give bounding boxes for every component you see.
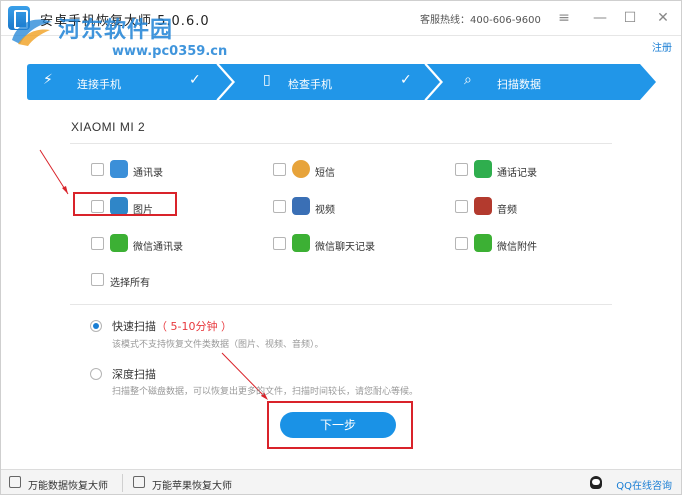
footer-apple-recovery-link[interactable]: 万能苹果恢复大师 — [152, 477, 232, 492]
quick-scan-desc: 该模式不支持恢复文件类数据（图片、视频、音频）。 — [112, 340, 324, 350]
next-button[interactable]: 下一步 — [280, 412, 396, 438]
checkbox[interactable] — [91, 273, 104, 286]
wechat-attachment-icon — [474, 234, 492, 252]
checkbox[interactable] — [273, 237, 286, 250]
checkbox[interactable] — [273, 200, 286, 213]
footer-separator — [122, 474, 123, 492]
quick-scan-radio[interactable] — [90, 320, 102, 332]
footer-data-recovery-link[interactable]: 万能数据恢复大师 — [28, 477, 108, 492]
checkbox[interactable] — [91, 237, 104, 250]
deep-scan-desc: 扫描整个磁盘数据，可以恢复出更多的文件，扫描时间较长，请您耐心等候。 — [112, 387, 419, 397]
deep-scan-radio[interactable] — [90, 368, 102, 380]
wechat-contacts-icon — [110, 234, 128, 252]
deep-scan-title[interactable]: 深度扫描 — [112, 366, 156, 382]
qq-icon — [590, 476, 602, 489]
annotation-box-pictures — [73, 192, 177, 216]
data-recovery-icon — [9, 476, 21, 488]
apple-recovery-icon — [133, 476, 145, 488]
video-icon — [292, 197, 310, 215]
call-log-icon — [474, 160, 492, 178]
wechat-chat-icon — [292, 234, 310, 252]
divider — [70, 304, 612, 305]
qq-consult-link[interactable]: QQ在线咨询 — [616, 477, 672, 492]
checkbox[interactable] — [91, 163, 104, 176]
checkbox[interactable] — [455, 237, 468, 250]
sms-icon — [292, 160, 310, 178]
audio-icon — [474, 197, 492, 215]
contacts-icon — [110, 160, 128, 178]
checkbox[interactable] — [273, 163, 286, 176]
quick-scan-title[interactable]: 快速扫描（ 5-10分钟 ） — [112, 318, 232, 334]
checkbox[interactable] — [455, 200, 468, 213]
checkbox[interactable] — [455, 163, 468, 176]
footer-bar: 万能数据恢复大师 万能苹果恢复大师 QQ在线咨询 — [0, 469, 682, 495]
